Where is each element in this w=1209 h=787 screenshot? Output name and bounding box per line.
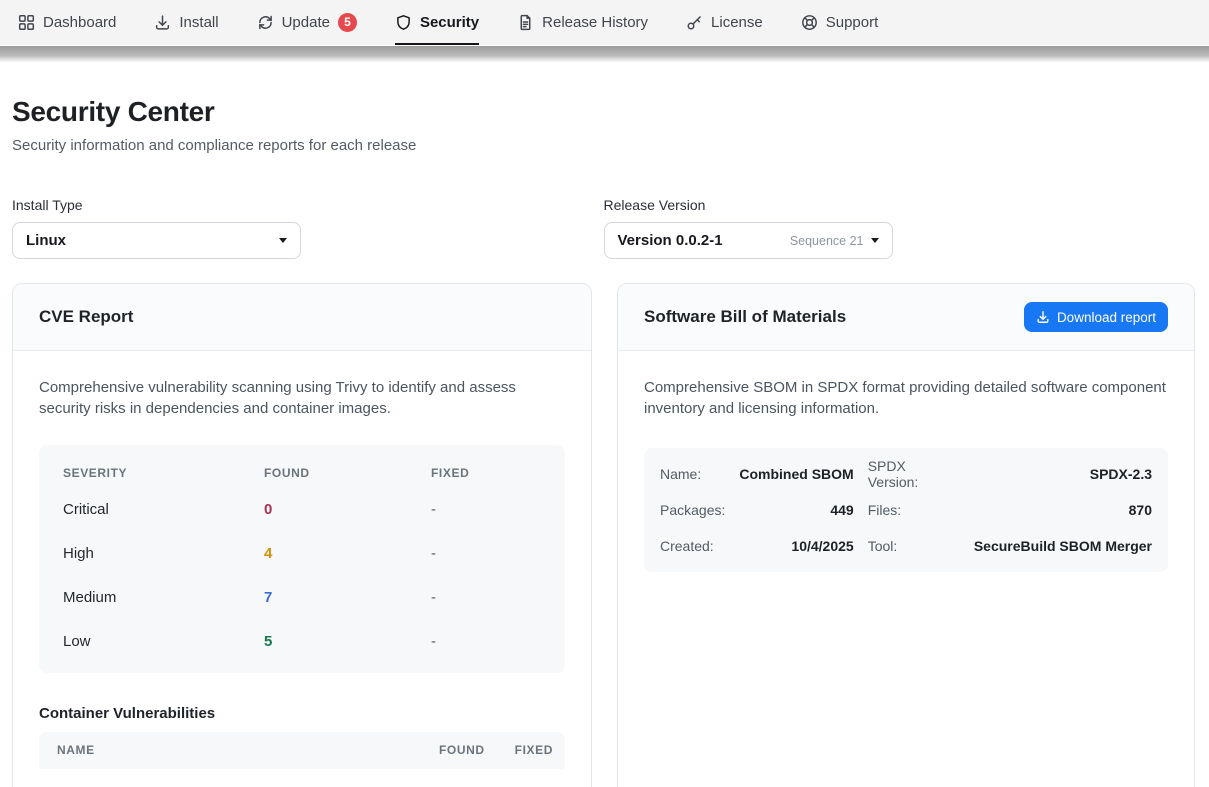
update-count-badge: 5 bbox=[338, 13, 357, 32]
filters-row: Install Type Linux Release Version Versi… bbox=[12, 197, 1195, 259]
cve-card-title: CVE Report bbox=[39, 307, 133, 327]
sbom-details-grid: Name: Combined SBOM SPDX Version: SPDX-2… bbox=[644, 448, 1168, 572]
cve-card-header: CVE Report bbox=[13, 284, 591, 351]
download-icon bbox=[1036, 310, 1050, 324]
release-version-filter: Release Version Version 0.0.2-1 Sequence… bbox=[604, 197, 1196, 259]
download-icon bbox=[154, 14, 171, 31]
severity-found-count: 0 bbox=[264, 501, 431, 518]
sbom-detail-value: 10/4/2025 bbox=[739, 528, 853, 564]
nav-shadow-band bbox=[0, 46, 1209, 63]
sbom-detail-value: SecureBuild SBOM Merger bbox=[974, 528, 1152, 564]
severity-table-header: SEVERITY FOUND FIXED bbox=[39, 458, 565, 488]
sbom-detail-value: SPDX-2.3 bbox=[974, 456, 1152, 492]
nav-item-release-history[interactable]: Release History bbox=[517, 0, 648, 45]
sbom-detail-value: 870 bbox=[974, 492, 1152, 528]
nav-label: License bbox=[711, 14, 763, 31]
refresh-icon bbox=[257, 14, 274, 31]
severity-found-count: 7 bbox=[264, 589, 431, 606]
release-version-value: Version 0.0.2-1 bbox=[618, 232, 723, 249]
page-title: Security Center bbox=[12, 96, 1195, 128]
severity-fixed-count: - bbox=[431, 545, 541, 562]
sbom-detail-label: Packages: bbox=[660, 492, 725, 528]
sbom-description: Comprehensive SBOM in SPDX format provid… bbox=[644, 377, 1168, 420]
release-version-label: Release Version bbox=[604, 197, 1196, 213]
col-found: FOUND bbox=[264, 466, 431, 480]
cards-row: CVE Report Comprehensive vulnerability s… bbox=[12, 283, 1195, 787]
release-version-select[interactable]: Version 0.0.2-1 Sequence 21 bbox=[604, 222, 893, 259]
nav-label: Install bbox=[179, 14, 218, 31]
container-vulnerabilities-table-header: NAME FOUND FIXED bbox=[39, 732, 565, 769]
sbom-detail-label: Tool: bbox=[868, 528, 960, 564]
nav-label: Release History bbox=[542, 14, 648, 31]
sbom-detail-value: Combined SBOM bbox=[739, 456, 853, 492]
chevron-down-icon bbox=[871, 238, 879, 243]
nav-item-license[interactable]: License bbox=[686, 0, 763, 45]
download-report-label: Download report bbox=[1057, 310, 1156, 325]
page-subtitle: Security information and compliance repo… bbox=[12, 137, 1195, 154]
shield-icon bbox=[395, 14, 412, 31]
severity-found-count: 5 bbox=[264, 633, 431, 650]
table-row: High 4 - bbox=[39, 532, 565, 576]
sbom-card: Software Bill of Materials Download repo… bbox=[617, 283, 1195, 787]
release-sequence-text: Sequence 21 bbox=[790, 234, 864, 248]
nav-label: Dashboard bbox=[43, 14, 116, 31]
col-fixed: FIXED bbox=[515, 743, 553, 757]
table-row: Critical 0 - bbox=[39, 488, 565, 532]
table-row: Medium 7 - bbox=[39, 576, 565, 620]
sbom-detail-label: Name: bbox=[660, 456, 725, 492]
nav-item-security[interactable]: Security bbox=[395, 0, 479, 45]
sbom-card-header: Software Bill of Materials Download repo… bbox=[618, 284, 1194, 351]
top-navigation: Dashboard Install Update 5 Security Rele… bbox=[0, 0, 1209, 45]
document-icon bbox=[517, 14, 534, 31]
install-type-value: Linux bbox=[26, 232, 66, 249]
severity-found-count: 4 bbox=[264, 545, 431, 562]
severity-name: Medium bbox=[63, 589, 264, 606]
download-report-button[interactable]: Download report bbox=[1024, 302, 1168, 332]
col-severity: SEVERITY bbox=[63, 466, 264, 480]
sbom-detail-label: Created: bbox=[660, 528, 725, 564]
col-found: FOUND bbox=[439, 743, 485, 757]
nav-label: Update bbox=[282, 14, 330, 31]
severity-fixed-count: - bbox=[431, 501, 541, 518]
col-name: NAME bbox=[57, 743, 409, 757]
nav-item-install[interactable]: Install bbox=[154, 0, 218, 45]
sbom-detail-value: 449 bbox=[739, 492, 853, 528]
severity-name: Critical bbox=[63, 501, 264, 518]
severity-name: High bbox=[63, 545, 264, 562]
nav-item-support[interactable]: Support bbox=[801, 0, 879, 45]
cve-card-body: Comprehensive vulnerability scanning usi… bbox=[13, 351, 591, 787]
cve-report-card: CVE Report Comprehensive vulnerability s… bbox=[12, 283, 592, 787]
main-content: Security Center Security information and… bbox=[0, 96, 1209, 787]
nav-label: Support bbox=[826, 14, 879, 31]
sbom-detail-label: Files: bbox=[868, 492, 960, 528]
install-type-label: Install Type bbox=[12, 197, 604, 213]
nav-label: Security bbox=[420, 14, 479, 31]
severity-name: Low bbox=[63, 633, 264, 650]
sbom-detail-label: SPDX Version: bbox=[868, 456, 960, 492]
sbom-card-body: Comprehensive SBOM in SPDX format provid… bbox=[618, 351, 1194, 598]
severity-fixed-count: - bbox=[431, 589, 541, 606]
sbom-card-title: Software Bill of Materials bbox=[644, 307, 846, 327]
install-type-filter: Install Type Linux bbox=[12, 197, 604, 259]
severity-table: SEVERITY FOUND FIXED Critical 0 - High 4… bbox=[39, 445, 565, 673]
chevron-down-icon bbox=[279, 238, 287, 243]
table-row: Low 5 - bbox=[39, 620, 565, 664]
cve-description: Comprehensive vulnerability scanning usi… bbox=[39, 377, 565, 420]
dashboard-icon bbox=[18, 14, 35, 31]
lifebuoy-icon bbox=[801, 14, 818, 31]
col-fixed: FIXED bbox=[431, 466, 541, 480]
container-vulnerabilities-title: Container Vulnerabilities bbox=[39, 705, 565, 722]
key-icon bbox=[686, 14, 703, 31]
nav-item-dashboard[interactable]: Dashboard bbox=[18, 0, 116, 45]
nav-item-update[interactable]: Update 5 bbox=[257, 0, 357, 45]
install-type-select[interactable]: Linux bbox=[12, 222, 301, 259]
severity-fixed-count: - bbox=[431, 633, 541, 650]
